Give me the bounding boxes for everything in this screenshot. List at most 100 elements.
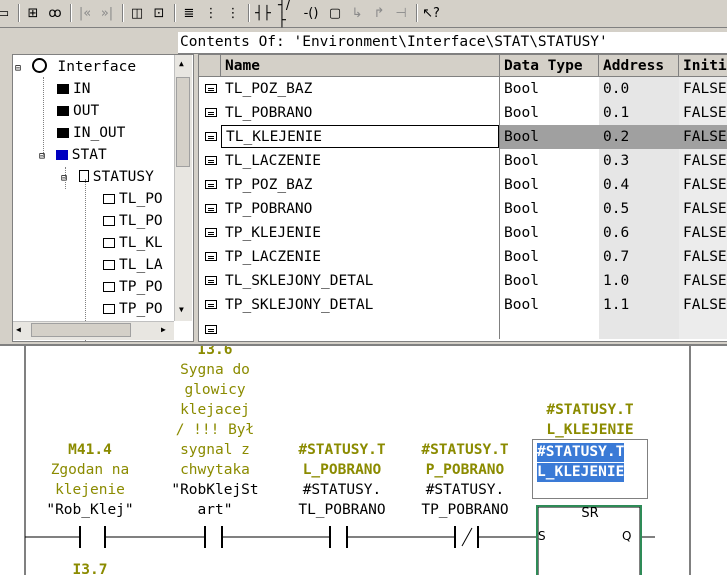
sr-operand-editor[interactable]: #STATUSY.T L_KLEJENIE [532, 439, 648, 499]
tree-child[interactable]: TL_KL [103, 233, 163, 253]
c1-symbol[interactable]: "Rob_Klej" [35, 500, 145, 520]
cell-name[interactable]: TP_KLEJENIE [221, 221, 499, 245]
cell-type[interactable]: Bool [500, 101, 599, 125]
table-row[interactable]: TL_POZ_BAZ Bool 0.0 FALSE [199, 77, 727, 101]
cell-type[interactable]: Bool [500, 245, 599, 269]
cell-initial[interactable]: FALSE [679, 293, 727, 317]
table-row[interactable]: TP_SKLEJONY_DETAL Bool 1.1 FALSE [199, 293, 727, 317]
table-row-empty[interactable] [199, 317, 727, 341]
tree-child[interactable]: TL_LA [103, 255, 163, 275]
nc-contact-icon[interactable]: ┤/├ [278, 0, 296, 28]
cell-name[interactable]: TL_POBRANO [221, 101, 499, 125]
c2-symbol[interactable]: "RobKlejSt [155, 480, 275, 500]
tree-item-in[interactable]: IN [57, 79, 90, 99]
table-row[interactable]: TL_POBRANO Bool 0.1 FALSE [199, 101, 727, 125]
tree-item-statusy[interactable]: ⊟ STATUSY [61, 167, 154, 187]
collapse-icon[interactable]: ⊟ [15, 63, 21, 74]
table-row[interactable]: TL_KLEJENIE Bool 0.2 FALSE [199, 125, 727, 149]
cell-initial[interactable]: FALSE [679, 197, 727, 221]
cell-type[interactable]: Bool [500, 149, 599, 173]
coil-icon[interactable]: -() [302, 4, 320, 22]
help-icon[interactable]: ↖? [422, 4, 440, 22]
table-row[interactable]: TP_LACZENIE Bool 0.7 FALSE [199, 245, 727, 269]
c4-operand[interactable]: TP_POBRANO [405, 500, 525, 520]
no-contact-icon[interactable]: ┤├ [254, 4, 272, 22]
network-icon[interactable]: ⊞ [24, 4, 42, 22]
cell-name[interactable]: TL_LACZENIE [221, 149, 499, 173]
cell-type[interactable]: Bool [500, 197, 599, 221]
cell-name[interactable]: TP_POZ_BAZ [221, 173, 499, 197]
c3-operand[interactable]: #STATUSY. [282, 480, 402, 500]
cell-name[interactable]: TL_KLEJENIE [221, 125, 499, 148]
c3-operand[interactable]: TL_POBRANO [282, 500, 402, 520]
first-icon[interactable]: |« [76, 4, 94, 22]
table-row[interactable]: TL_SKLEJONY_DETAL Bool 1.0 FALSE [199, 269, 727, 293]
details-icon[interactable]: ⊡ [150, 4, 168, 22]
cell-name[interactable]: TP_POBRANO [221, 197, 499, 221]
sr-operand-selected: L_KLEJENIE [537, 463, 625, 482]
cell-type[interactable]: Bool [500, 125, 599, 149]
c2-symbol[interactable]: art" [155, 500, 275, 520]
toolbar-separator [248, 4, 250, 22]
last-icon[interactable]: »| [98, 4, 116, 22]
table-row[interactable]: TP_POZ_BAZ Bool 0.4 FALSE [199, 173, 727, 197]
scroll-right-icon[interactable]: ▶ [161, 325, 166, 334]
tree-label: TP_PO [119, 301, 163, 317]
column-header-initial[interactable]: Initi [679, 55, 727, 77]
column-header-address[interactable]: Address [599, 55, 679, 77]
table-row[interactable]: TL_LACZENIE Bool 0.3 FALSE [199, 149, 727, 173]
close-branch-arrow-icon[interactable]: ↱ [370, 4, 388, 22]
cell-name[interactable]: TP_SKLEJONY_DETAL [221, 293, 499, 317]
cell-type[interactable]: Bool [500, 269, 599, 293]
box-icon[interactable]: ▢ [326, 4, 344, 22]
open-branch-icon[interactable]: ↳ [348, 4, 366, 22]
tree-item-in-out[interactable]: IN_OUT [57, 123, 125, 143]
overview-icon[interactable]: ◫ [128, 4, 146, 22]
insert-network-icon[interactable]: ≣ [180, 4, 198, 22]
tree-child[interactable]: TL_PO [103, 189, 163, 209]
c4-operand[interactable]: #STATUSY. [405, 480, 525, 500]
close-branch-icon[interactable]: ⋮ [224, 4, 242, 22]
scroll-up-icon[interactable]: ▲ [179, 59, 184, 68]
cell-initial[interactable]: FALSE [679, 245, 727, 269]
cell-initial[interactable]: FALSE [679, 101, 727, 125]
glasses-icon[interactable]: ꝏ [46, 4, 64, 22]
window-icon[interactable]: ▭ [0, 4, 12, 22]
tree-child[interactable]: TL_PO [103, 211, 163, 231]
scroll-thumb[interactable] [176, 77, 190, 167]
connection-icon[interactable]: ⊣ [392, 4, 410, 22]
tree-horizontal-scrollbar[interactable]: ◀ ▶ [13, 321, 174, 340]
tree-item-out[interactable]: OUT [57, 101, 99, 121]
cell-type[interactable]: Bool [500, 173, 599, 197]
cell-initial[interactable]: FALSE [679, 173, 727, 197]
cell-type[interactable]: Bool [500, 293, 599, 317]
table-row[interactable]: TP_POBRANO Bool 0.5 FALSE [199, 197, 727, 221]
cell-initial[interactable]: FALSE [679, 149, 727, 173]
sr-highlight [640, 505, 642, 575]
cell-initial[interactable]: FALSE [679, 77, 727, 101]
tree-item-stat[interactable]: ⊟ STAT [39, 145, 107, 165]
column-header-name[interactable]: Name [221, 55, 500, 77]
scroll-left-icon[interactable]: ◀ [16, 325, 21, 334]
c1-comment: klejenie [55, 482, 125, 498]
cell-name[interactable]: TL_SKLEJONY_DETAL [221, 269, 499, 293]
cell-initial[interactable]: FALSE [679, 221, 727, 245]
tree-item-interface[interactable]: ⊟ Interface [15, 57, 136, 77]
column-header-type[interactable]: Data Type [500, 55, 599, 77]
cell-name[interactable]: TL_POZ_BAZ [221, 77, 499, 101]
cell-initial[interactable]: FALSE [679, 125, 727, 149]
cell-name[interactable]: TP_LACZENIE [221, 245, 499, 269]
scroll-thumb[interactable] [31, 323, 131, 337]
bool-icon [103, 282, 115, 292]
tree-vertical-scrollbar[interactable]: ▲ ▼ [174, 55, 192, 321]
branch-icon[interactable]: ⋮ [202, 4, 220, 22]
tree-child[interactable]: TP_PO [103, 277, 163, 297]
table-row[interactable]: TP_KLEJENIE Bool 0.6 FALSE [199, 221, 727, 245]
cell-initial[interactable]: FALSE [679, 269, 727, 293]
column-header-icon[interactable] [199, 55, 221, 77]
cell-type[interactable]: Bool [500, 221, 599, 245]
c4-symbol: #STATUSY.T [421, 442, 509, 458]
scroll-down-icon[interactable]: ▼ [179, 305, 184, 314]
tree-child[interactable]: TP_PO [103, 299, 163, 319]
cell-type[interactable]: Bool [500, 77, 599, 101]
